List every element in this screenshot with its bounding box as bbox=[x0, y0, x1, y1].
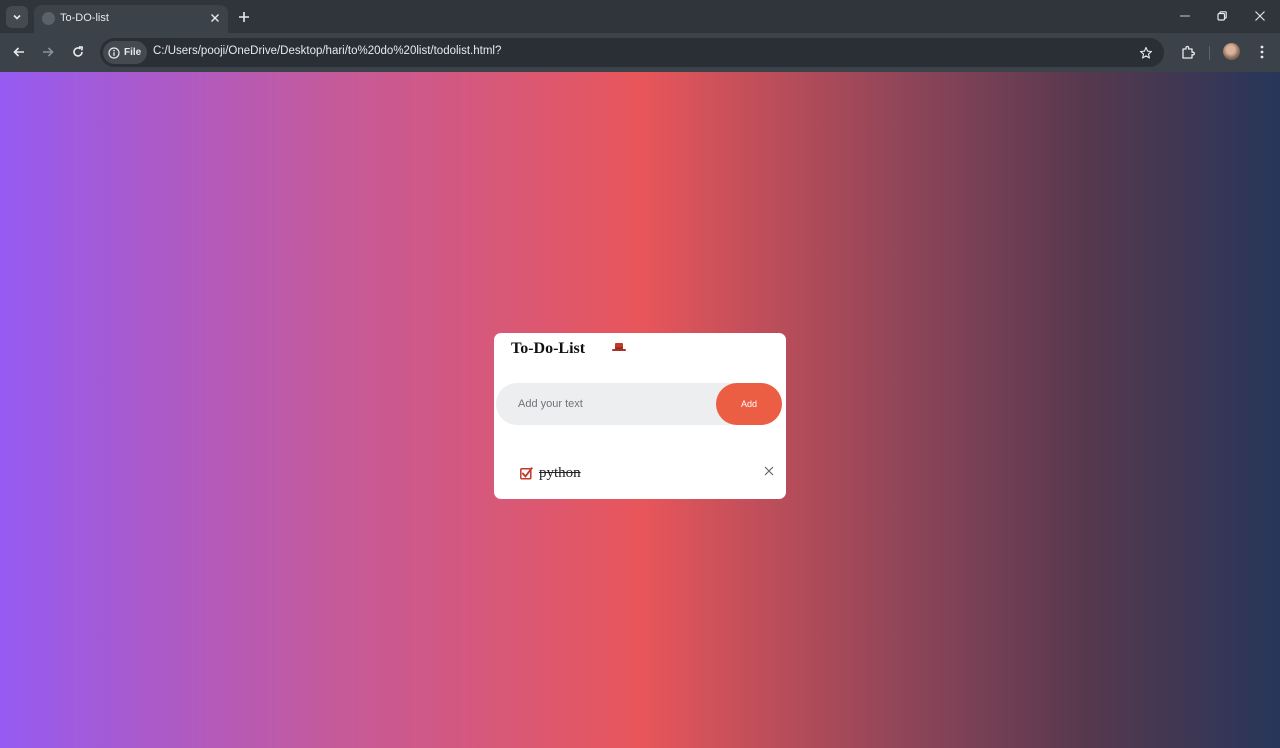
browser-tab[interactable]: To-DO-list bbox=[34, 5, 228, 33]
toolbar-divider bbox=[1209, 46, 1210, 60]
info-icon bbox=[108, 46, 120, 59]
reload-button[interactable] bbox=[67, 41, 89, 63]
checkbox-checked-icon[interactable] bbox=[520, 466, 533, 480]
more-vertical-icon bbox=[1260, 45, 1264, 59]
page-background: To-Do-List Add python bbox=[0, 72, 1280, 748]
profile-avatar[interactable] bbox=[1223, 43, 1240, 60]
arrow-right-icon bbox=[43, 47, 54, 57]
tab-search-button[interactable] bbox=[6, 6, 28, 28]
site-info-chip[interactable]: File bbox=[103, 41, 147, 64]
remove-item-button[interactable] bbox=[761, 463, 777, 479]
tab-close-button[interactable] bbox=[206, 9, 224, 27]
reload-icon bbox=[73, 46, 84, 57]
new-tab-button[interactable] bbox=[234, 7, 254, 27]
browser-menu-button[interactable] bbox=[1251, 41, 1273, 63]
todo-text-input[interactable] bbox=[518, 383, 708, 425]
close-window-button[interactable] bbox=[1247, 5, 1273, 27]
url-text[interactable]: C:/Users/pooji/OneDrive/Desktop/hari/to%… bbox=[153, 45, 501, 57]
tab-title: To-DO-list bbox=[60, 12, 109, 24]
input-row: Add bbox=[496, 383, 782, 425]
list-item[interactable]: python bbox=[520, 463, 581, 483]
star-icon bbox=[1139, 46, 1153, 59]
chevron-down-icon bbox=[13, 14, 21, 20]
close-icon bbox=[211, 14, 219, 22]
tab-strip: To-DO-list bbox=[0, 0, 1280, 33]
puzzle-icon bbox=[1181, 45, 1195, 59]
globe-icon bbox=[42, 12, 55, 25]
minimize-icon bbox=[1180, 15, 1190, 17]
app-title: To-Do-List bbox=[511, 340, 586, 357]
bookmark-button[interactable] bbox=[1136, 43, 1156, 63]
hat-icon bbox=[612, 343, 626, 351]
restore-button[interactable] bbox=[1209, 5, 1235, 27]
todo-item-text: python bbox=[539, 464, 581, 481]
browser-toolbar: File C:/Users/pooji/OneDrive/Desktop/har… bbox=[0, 33, 1280, 72]
address-bar[interactable]: File C:/Users/pooji/OneDrive/Desktop/har… bbox=[100, 38, 1164, 67]
close-icon bbox=[764, 466, 774, 476]
restore-icon bbox=[1217, 11, 1227, 21]
back-button[interactable] bbox=[8, 41, 30, 63]
site-chip-label: File bbox=[124, 47, 142, 58]
close-icon bbox=[1255, 11, 1265, 21]
add-button[interactable]: Add bbox=[716, 383, 782, 425]
plus-icon bbox=[239, 12, 249, 22]
minimize-button[interactable] bbox=[1172, 5, 1198, 27]
arrow-left-icon bbox=[13, 47, 24, 57]
forward-button[interactable] bbox=[37, 41, 59, 63]
todo-card: To-Do-List Add python bbox=[494, 333, 786, 499]
extensions-button[interactable] bbox=[1177, 41, 1199, 63]
